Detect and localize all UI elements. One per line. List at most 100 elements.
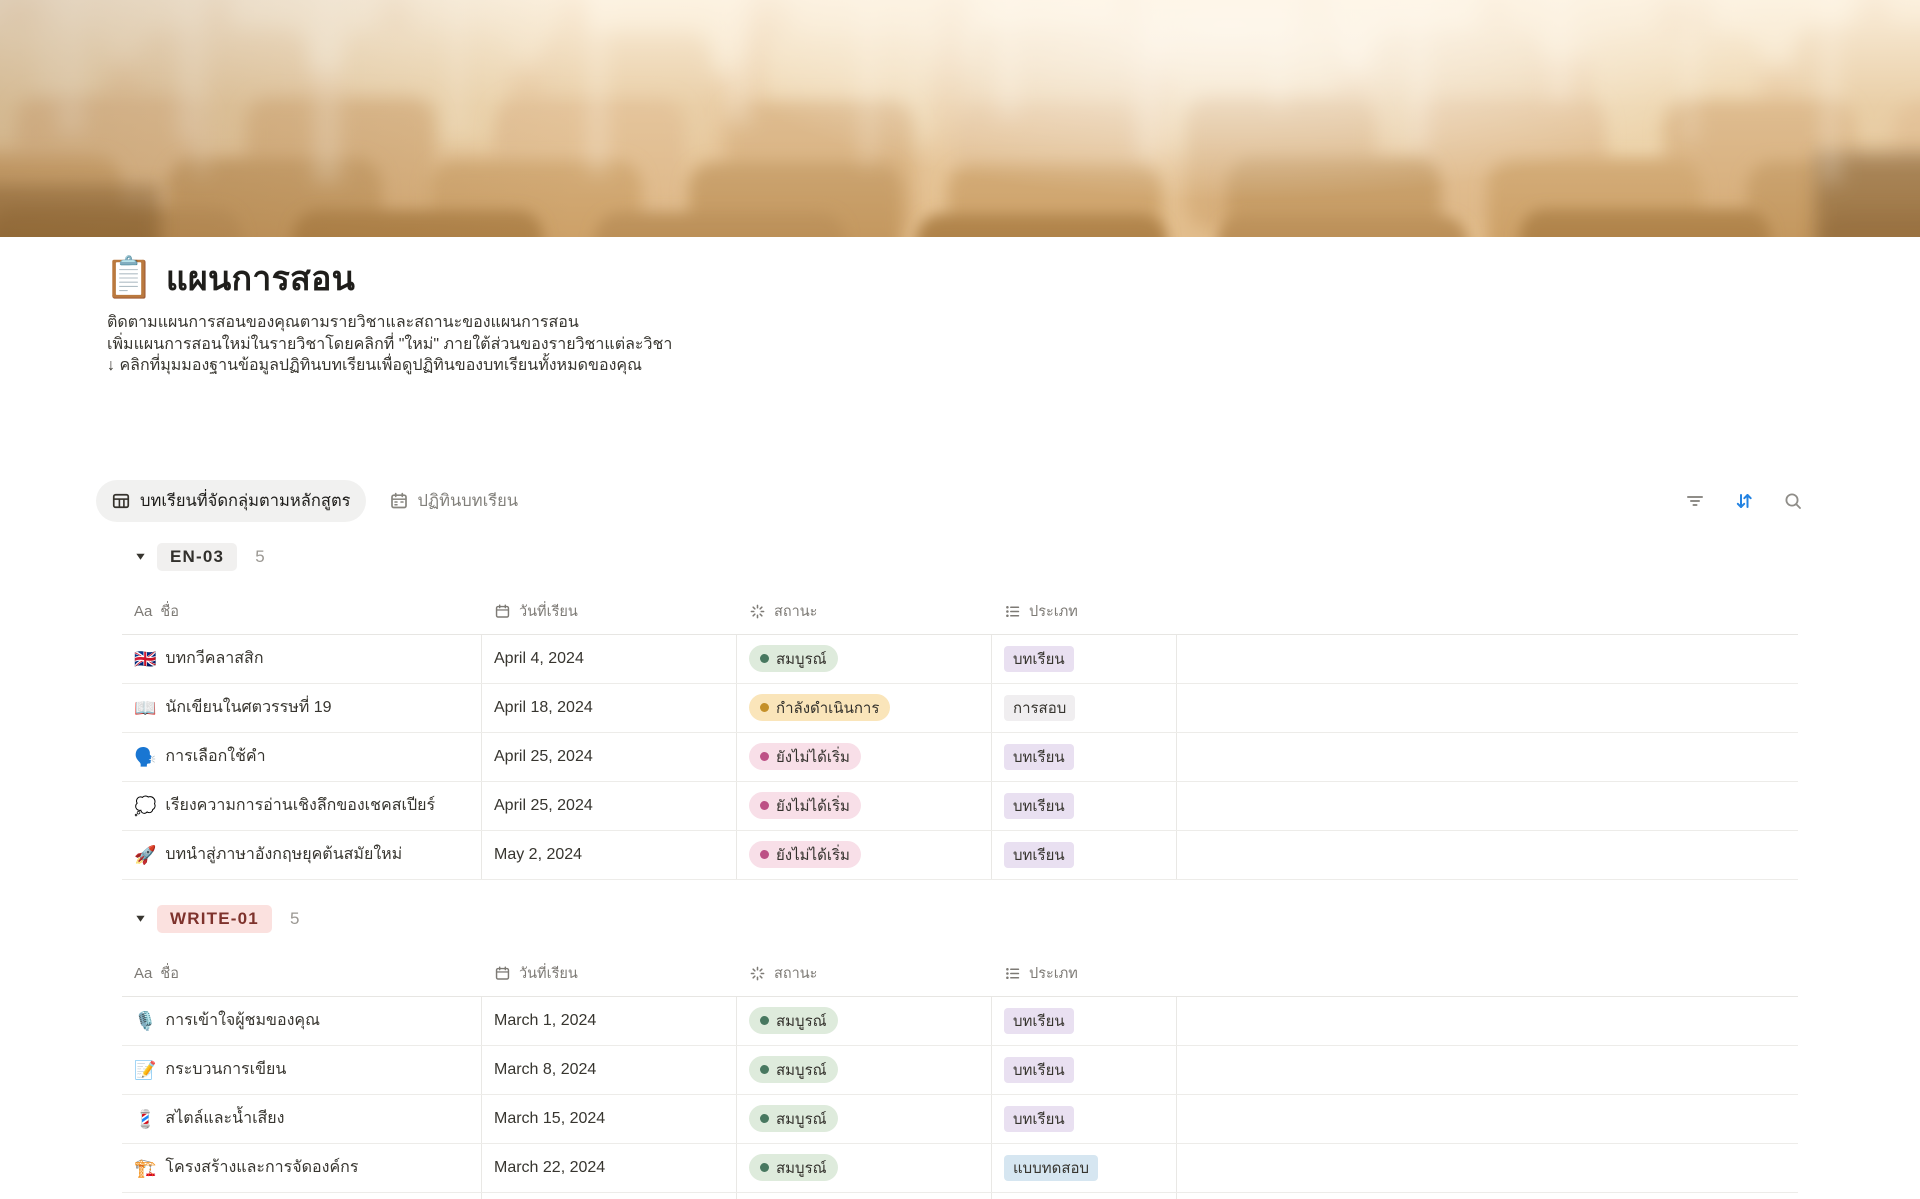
column-header[interactable]: วันที่เรียน: [482, 962, 737, 985]
cell-date[interactable]: April 25, 2024: [482, 733, 737, 781]
filter-icon[interactable]: [1684, 490, 1706, 512]
cell-status[interactable]: ยังไม่ได้เริ่ม: [737, 831, 992, 879]
cell-date[interactable]: April 4, 2024: [482, 635, 737, 683]
table-body: 🇬🇧 บทกวีคลาสสิก April 4, 2024 สมบูรณ์ บท…: [122, 635, 1798, 880]
cell-type[interactable]: บทเรียน: [992, 1193, 1177, 1199]
cell-date[interactable]: March 15, 2024: [482, 1095, 737, 1143]
cell-status[interactable]: สมบูรณ์: [737, 1095, 992, 1143]
cell-name[interactable]: 🏗️ โครงสร้างและการจัดองค์กร: [122, 1144, 482, 1192]
cell-name[interactable]: 💭 เรียงความการอ่านเชิงลึกของเชคสเปียร์: [122, 782, 482, 830]
cell-name[interactable]: 📝 กระบวนการเขียน: [122, 1046, 482, 1094]
cell-name[interactable]: 🎙️ การเข้าใจผู้ชมของคุณ: [122, 997, 482, 1045]
cell-type[interactable]: บทเรียน: [992, 831, 1177, 879]
cell-status[interactable]: สมบูรณ์: [737, 1144, 992, 1192]
cell-empty[interactable]: [1177, 635, 1798, 683]
cell-name[interactable]: 🔬 การวิจัยและการอ้างอิง: [122, 1193, 482, 1199]
cell-name[interactable]: 💈 สไตล์และน้ำเสียง: [122, 1095, 482, 1143]
cell-empty[interactable]: [1177, 1095, 1798, 1143]
tab-lesson-calendar[interactable]: ปฏิทินบทเรียน: [374, 480, 534, 522]
cell-empty[interactable]: [1177, 1046, 1798, 1094]
status-label: กำลังดำเนินการ: [776, 696, 879, 720]
cell-type[interactable]: บทเรียน: [992, 997, 1177, 1045]
type-badge: บทเรียน: [1004, 1057, 1074, 1083]
cell-status[interactable]: ยังไม่ได้เริ่ม: [737, 1193, 992, 1199]
cell-date[interactable]: April 18, 2024: [482, 684, 737, 732]
group-toggle-icon[interactable]: [135, 913, 147, 924]
description-line: ติดตามแผนการสอนของคุณตามรายวิชาและสถานะข…: [107, 312, 1824, 334]
group-name-badge[interactable]: WRITE-01: [157, 905, 272, 933]
sort-icon[interactable]: [1733, 490, 1755, 512]
column-header[interactable]: Aa ชื่อ: [122, 962, 482, 985]
cell-type[interactable]: การสอบ: [992, 684, 1177, 732]
cell-name[interactable]: 🚀 บทนำสู่ภาษาอังกฤษยุคต้นสมัยใหม่: [122, 831, 482, 879]
cell-name[interactable]: 📖 นักเขียนในศตวรรษที่ 19: [122, 684, 482, 732]
cell-date[interactable]: March 22, 2024: [482, 1144, 737, 1192]
cell-status[interactable]: สมบูรณ์: [737, 1046, 992, 1094]
column-label: สถานะ: [774, 962, 817, 985]
table-row[interactable]: 📝 กระบวนการเขียน March 8, 2024 สมบูรณ์ บ…: [122, 1046, 1798, 1095]
search-icon[interactable]: [1782, 490, 1804, 512]
cell-status[interactable]: สมบูรณ์: [737, 997, 992, 1045]
column-label: ประเภท: [1029, 962, 1078, 985]
type-badge: บทเรียน: [1004, 1008, 1074, 1034]
cell-type[interactable]: บทเรียน: [992, 1046, 1177, 1094]
cell-date[interactable]: March 8, 2024: [482, 1046, 737, 1094]
group-header: EN-03 5: [96, 543, 1824, 571]
cell-status[interactable]: ยังไม่ได้เริ่ม: [737, 782, 992, 830]
cell-type[interactable]: บทเรียน: [992, 733, 1177, 781]
page-description: ติดตามแผนการสอนของคุณตามรายวิชาและสถานะข…: [96, 312, 1824, 377]
table-row[interactable]: 💭 เรียงความการอ่านเชิงลึกของเชคสเปียร์ A…: [122, 782, 1798, 831]
column-header[interactable]: ประเภท: [992, 962, 1177, 985]
cell-type[interactable]: บทเรียน: [992, 782, 1177, 830]
group-toggle-icon[interactable]: [135, 551, 147, 562]
column-header[interactable]: วันที่เรียน: [482, 600, 737, 623]
cell-name[interactable]: 🗣️ การเลือกใช้คำ: [122, 733, 482, 781]
cell-type[interactable]: บทเรียน: [992, 635, 1177, 683]
cell-name[interactable]: 🇬🇧 บทกวีคลาสสิก: [122, 635, 482, 683]
tab-grouped-lessons[interactable]: บทเรียนที่จัดกลุ่มตามหลักสูตร: [96, 480, 366, 522]
group-header: WRITE-01 5: [96, 905, 1824, 933]
column-header[interactable]: ประเภท: [992, 600, 1177, 623]
cell-date[interactable]: April 25, 2024: [482, 782, 737, 830]
cell-empty[interactable]: [1177, 997, 1798, 1045]
cover-illustration: [0, 0, 1920, 237]
cell-empty[interactable]: [1177, 1193, 1798, 1199]
cell-status[interactable]: ยังไม่ได้เริ่ม: [737, 733, 992, 781]
cell-empty[interactable]: [1177, 831, 1798, 879]
lesson-date: April 18, 2024: [494, 699, 593, 717]
column-header[interactable]: Aa ชื่อ: [122, 600, 482, 623]
lesson-emoji: 💈: [134, 1110, 156, 1128]
cell-type[interactable]: บทเรียน: [992, 1095, 1177, 1143]
table-row[interactable]: 🔬 การวิจัยและการอ้างอิง March 29, 2024 ย…: [122, 1193, 1798, 1199]
type-badge: บทเรียน: [1004, 842, 1074, 868]
group-name-badge[interactable]: EN-03: [157, 543, 237, 571]
cell-status[interactable]: สมบูรณ์: [737, 635, 992, 683]
column-label: วันที่เรียน: [519, 600, 578, 623]
cell-date[interactable]: March 1, 2024: [482, 997, 737, 1045]
table-row[interactable]: 🇬🇧 บทกวีคลาสสิก April 4, 2024 สมบูรณ์ บท…: [122, 635, 1798, 684]
page-icon[interactable]: 📋: [104, 255, 154, 301]
cell-empty[interactable]: [1177, 782, 1798, 830]
cell-type[interactable]: แบบทดสอบ: [992, 1144, 1177, 1192]
cell-date[interactable]: March 29, 2024: [482, 1193, 737, 1199]
cell-empty[interactable]: [1177, 684, 1798, 732]
cell-status[interactable]: กำลังดำเนินการ: [737, 684, 992, 732]
cell-empty[interactable]: [1177, 1144, 1798, 1192]
status-label: สมบูรณ์: [776, 1009, 827, 1033]
table-row[interactable]: 🏗️ โครงสร้างและการจัดองค์กร March 22, 20…: [122, 1144, 1798, 1193]
lesson-name: นักเขียนในศตวรรษที่ 19: [165, 695, 331, 720]
status-dot-icon: [760, 703, 769, 712]
column-header[interactable]: สถานะ: [737, 962, 992, 985]
cell-empty[interactable]: [1177, 733, 1798, 781]
table-row[interactable]: 🎙️ การเข้าใจผู้ชมของคุณ March 1, 2024 สม…: [122, 997, 1798, 1046]
column-header[interactable]: สถานะ: [737, 600, 992, 623]
table-row[interactable]: 🗣️ การเลือกใช้คำ April 25, 2024 ยังไม่ได…: [122, 733, 1798, 782]
status-label: ยังไม่ได้เริ่ม: [776, 745, 850, 769]
table-row[interactable]: 💈 สไตล์และน้ำเสียง March 15, 2024 สมบูรณ…: [122, 1095, 1798, 1144]
list-icon: [1004, 603, 1021, 620]
cell-date[interactable]: May 2, 2024: [482, 831, 737, 879]
table-row[interactable]: 📖 นักเขียนในศตวรรษที่ 19 April 18, 2024 …: [122, 684, 1798, 733]
status-dot-icon: [760, 1065, 769, 1074]
lesson-emoji: 📝: [134, 1061, 156, 1079]
table-row[interactable]: 🚀 บทนำสู่ภาษาอังกฤษยุคต้นสมัยใหม่ May 2,…: [122, 831, 1798, 880]
